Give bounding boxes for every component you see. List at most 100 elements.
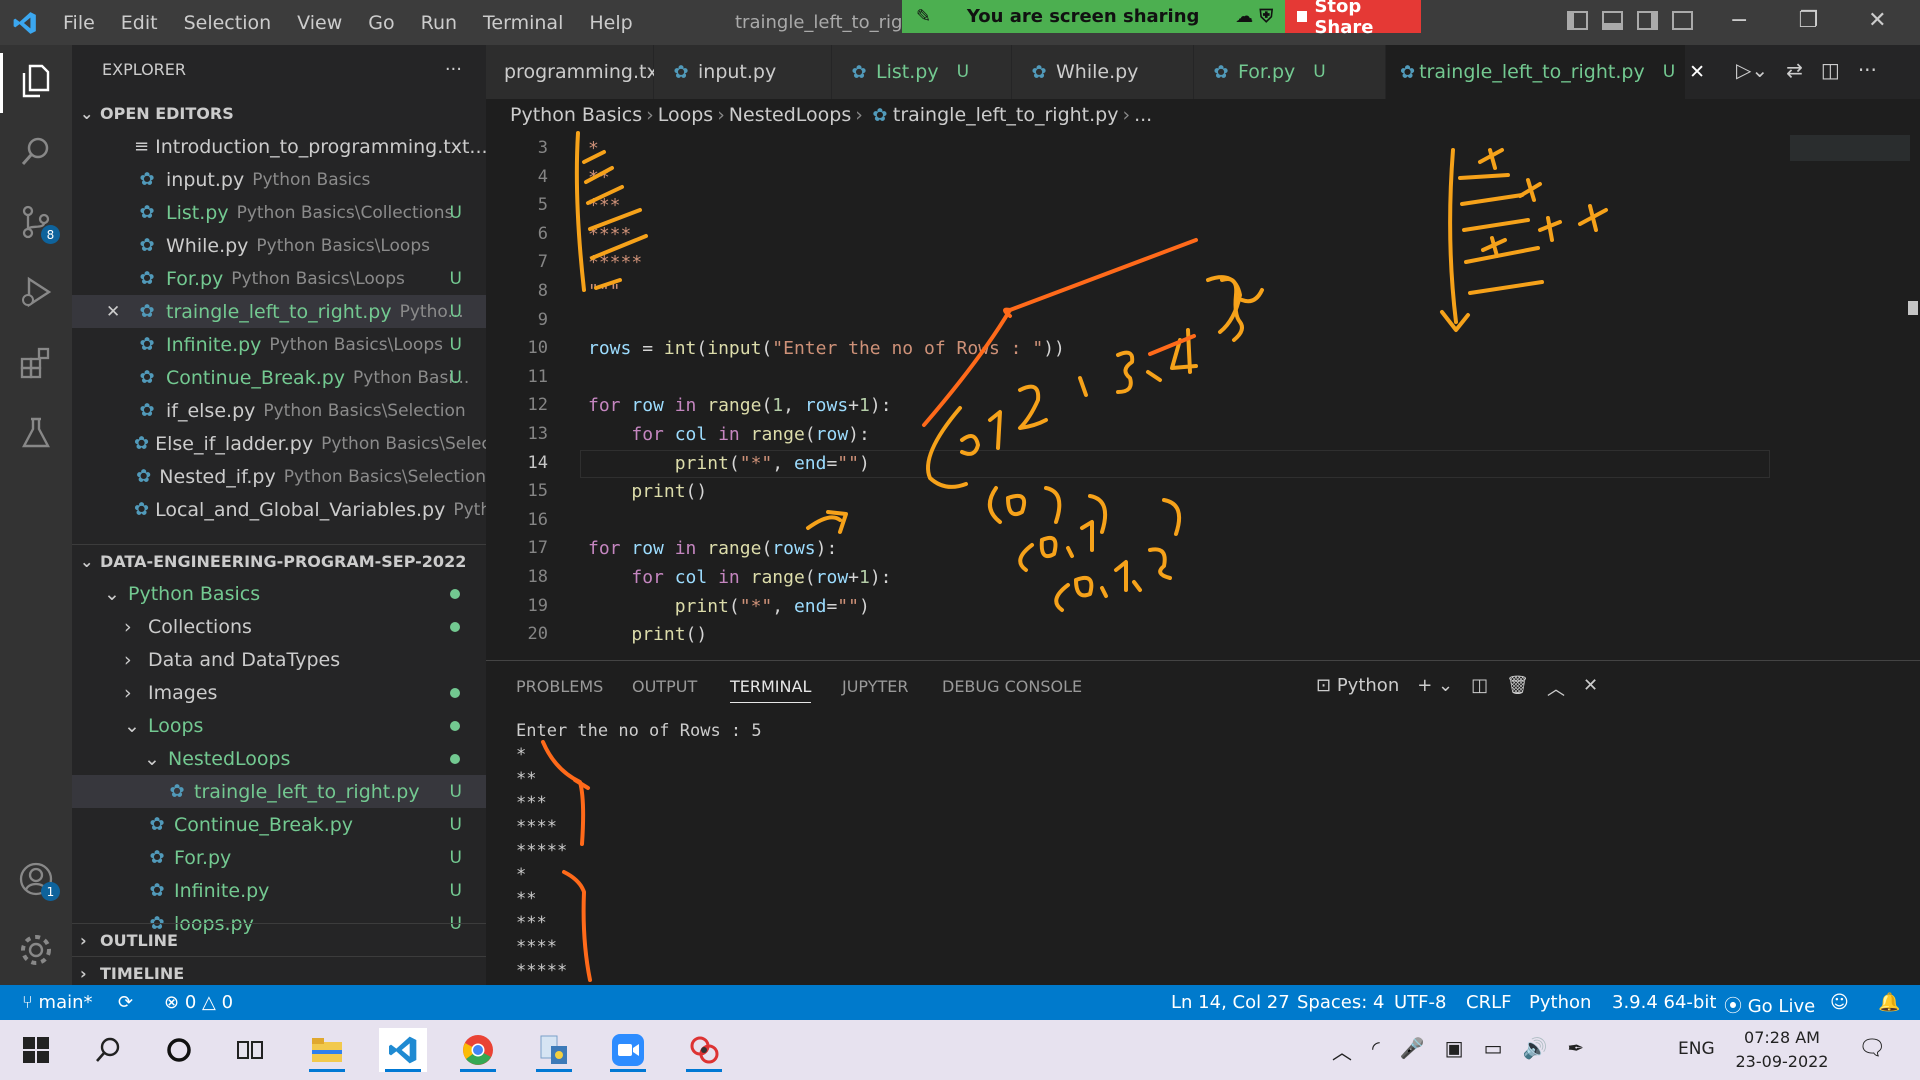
search-taskbar-icon[interactable] bbox=[84, 1028, 132, 1072]
menu-go[interactable]: Go bbox=[355, 12, 407, 34]
open-editor-item[interactable]: ✿Else_if_ladder.pyPython Basics\Selec... bbox=[72, 427, 486, 460]
panel-tab-debug-console[interactable]: DEBUG CONSOLE bbox=[942, 677, 1082, 696]
maximize-panel-icon[interactable]: ︿ bbox=[1547, 675, 1565, 701]
pen-icon[interactable]: ✒ bbox=[1567, 1036, 1584, 1065]
open-editor-item[interactable]: ✿ if_else.py Python Basics\Selection bbox=[72, 394, 486, 427]
open-editor-item[interactable]: ✿Local_and_Global_Variables.pyPyth... bbox=[72, 493, 486, 526]
vscode-taskbar-icon[interactable] bbox=[379, 1028, 427, 1072]
run-debug-icon[interactable] bbox=[14, 270, 58, 314]
python-interpreter[interactable]: 3.9.4 64-bit bbox=[1612, 992, 1716, 1013]
open-editor-item[interactable]: ✕ ✿ traingle_left_to_right.py Pytho... U bbox=[72, 295, 486, 328]
breadcrumb-item[interactable]: traingle_left_to_right.py bbox=[893, 104, 1119, 126]
split-terminal-icon[interactable]: ◫ bbox=[1471, 675, 1488, 701]
menu-edit[interactable]: Edit bbox=[108, 12, 171, 34]
source-control-icon[interactable]: 8 bbox=[14, 200, 60, 244]
editor-tab[interactable]: ✿ traingle_left_to_right.py U ✕ bbox=[1386, 45, 1705, 99]
wifi-icon[interactable]: ◜ bbox=[1372, 1036, 1380, 1065]
split-editor-icon[interactable]: ◫ bbox=[1821, 58, 1840, 82]
workspace-section[interactable]: ⌄ DATA-ENGINEERING-PROGRAM-SEP-2022 bbox=[72, 544, 486, 577]
breadcrumb-item[interactable]: NestedLoops bbox=[729, 104, 851, 126]
close-window-icon[interactable]: ✕ bbox=[1868, 8, 1886, 33]
minimize-icon[interactable]: − bbox=[1730, 8, 1748, 33]
minimap[interactable] bbox=[1788, 131, 1920, 660]
chrome-icon[interactable] bbox=[454, 1028, 502, 1072]
task-view-icon[interactable] bbox=[226, 1028, 274, 1072]
settings-gear-icon[interactable] bbox=[14, 928, 58, 972]
terminal-shell-selector[interactable]: ⊡ Python bbox=[1316, 675, 1399, 701]
extensions-icon[interactable] bbox=[14, 341, 58, 385]
more-actions-icon[interactable]: ··· bbox=[445, 59, 462, 80]
new-terminal-icon[interactable]: + ⌄ bbox=[1417, 675, 1453, 701]
editor-tab[interactable]: programming.txt bbox=[486, 45, 665, 99]
open-editor-item[interactable]: ✿ While.py Python Basics\Loops bbox=[72, 229, 486, 262]
sync-icon[interactable]: ⟳ bbox=[118, 992, 133, 1013]
explorer-icon[interactable] bbox=[14, 59, 58, 103]
close-panel-icon[interactable]: ✕ bbox=[1583, 675, 1598, 701]
problems-indicator[interactable]: ⊗ 0 △ 0 bbox=[164, 992, 233, 1013]
panel-tab-jupyter[interactable]: JUPYTER bbox=[842, 677, 909, 696]
stop-share-button[interactable]: Stop Share bbox=[1285, 0, 1421, 38]
battery-icon[interactable]: ▭ bbox=[1484, 1036, 1503, 1065]
customize-layout-icon[interactable] bbox=[1672, 11, 1693, 30]
run-icon[interactable]: ▷⌄ bbox=[1736, 58, 1768, 82]
tree-folder[interactable]: ⌄ Loops bbox=[72, 709, 486, 742]
input-language[interactable]: ENG bbox=[1678, 1039, 1715, 1059]
clock[interactable]: 07:28 AM 23-09-2022 bbox=[1732, 1026, 1832, 1074]
volume-icon[interactable]: 🔊 bbox=[1522, 1036, 1547, 1065]
open-editor-item[interactable]: ≡ Introduction_to_programming.txt... bbox=[72, 130, 486, 163]
more-icon[interactable]: ··· bbox=[1858, 58, 1877, 82]
open-editors-section[interactable]: ⌄ OPEN EDITORS bbox=[72, 97, 486, 130]
line-ending[interactable]: CRLF bbox=[1466, 992, 1511, 1013]
breadcrumb-item[interactable]: Loops bbox=[658, 104, 713, 126]
open-editor-item[interactable]: ✿ Continue_Break.py Python Basi... U bbox=[72, 361, 486, 394]
microphone-icon[interactable]: 🎤 bbox=[1400, 1036, 1425, 1065]
start-button[interactable] bbox=[12, 1028, 60, 1072]
panel-tab-problems[interactable]: PROBLEMS bbox=[516, 677, 603, 696]
menu-selection[interactable]: Selection bbox=[171, 12, 285, 34]
open-editor-item[interactable]: ✿ For.py Python Basics\Loops U bbox=[72, 262, 486, 295]
tree-folder[interactable]: ⌄ NestedLoops bbox=[72, 742, 486, 775]
cortana-icon[interactable] bbox=[155, 1028, 203, 1072]
pencil-icon[interactable]: ✎ bbox=[916, 6, 931, 27]
encoding[interactable]: UTF-8 bbox=[1394, 992, 1446, 1013]
testing-icon[interactable] bbox=[14, 411, 58, 455]
menu-help[interactable]: Help bbox=[576, 12, 645, 34]
menu-view[interactable]: View bbox=[284, 12, 355, 34]
tree-file[interactable]: ✿ Continue_Break.py U bbox=[72, 808, 486, 841]
editor-tab[interactable]: ✿ While.py bbox=[1012, 45, 1194, 99]
toggle-panel-icon[interactable] bbox=[1602, 11, 1623, 30]
tree-folder[interactable]: › Data and DataTypes bbox=[72, 643, 486, 676]
open-editor-item[interactable]: ✿ input.py Python Basics bbox=[72, 163, 486, 196]
editor-tab[interactable]: ✿ input.py bbox=[654, 45, 832, 99]
code-editor[interactable]: 3 * 4 ** 5 *** 6 **** 7 ***** 8 """ 9 10 rows = int(in… bbox=[486, 131, 1920, 660]
accounts-icon[interactable]: 1 bbox=[14, 857, 60, 901]
toggle-sidebar-icon[interactable] bbox=[1567, 11, 1588, 30]
screen-icon[interactable]: ▣ bbox=[1445, 1036, 1464, 1065]
tree-folder[interactable]: › Images bbox=[72, 676, 486, 709]
breadcrumb-item[interactable]: Python Basics bbox=[510, 104, 642, 126]
paint-tool-icon[interactable] bbox=[680, 1028, 728, 1072]
close-editor-icon[interactable]: ✕ bbox=[106, 302, 120, 322]
menu-terminal[interactable]: Terminal bbox=[470, 12, 576, 34]
editor-tab[interactable]: ✿ For.py U bbox=[1194, 45, 1386, 99]
restore-icon[interactable]: ❐ bbox=[1798, 8, 1818, 33]
search-icon[interactable] bbox=[14, 129, 58, 173]
panel-tab-terminal[interactable]: TERMINAL bbox=[730, 677, 812, 703]
open-editor-item[interactable]: ✿ Nested_if.py Python Basics\Selection bbox=[72, 460, 486, 493]
compare-changes-icon[interactable]: ⇄ bbox=[1786, 58, 1803, 82]
toggle-secondary-sidebar-icon[interactable] bbox=[1637, 11, 1658, 30]
editor-tab[interactable]: ✿ List.py U bbox=[832, 45, 1012, 99]
trash-icon[interactable]: 🗑 bbox=[1506, 675, 1529, 701]
cursor-position[interactable]: Ln 14, Col 27 bbox=[1171, 992, 1290, 1013]
open-editor-item[interactable]: ✿ Infinite.py Python Basics\Loops U bbox=[72, 328, 486, 361]
menu-file[interactable]: File bbox=[50, 12, 108, 34]
tree-file[interactable]: ✿ Infinite.py U bbox=[72, 874, 486, 907]
indentation[interactable]: Spaces: 4 bbox=[1297, 992, 1384, 1013]
open-editor-item[interactable]: ✿ List.py Python Basics\Collections U bbox=[72, 196, 486, 229]
action-center-icon[interactable]: 🗨 bbox=[1858, 1036, 1886, 1061]
show-hidden-icons-icon[interactable]: ︿ bbox=[1332, 1036, 1352, 1065]
outline-section[interactable]: › OUTLINE bbox=[72, 923, 486, 956]
python-taskbar-icon[interactable] bbox=[530, 1028, 578, 1072]
panel-tab-output[interactable]: OUTPUT bbox=[632, 677, 697, 696]
tree-file[interactable]: ✿ For.py U bbox=[72, 841, 486, 874]
